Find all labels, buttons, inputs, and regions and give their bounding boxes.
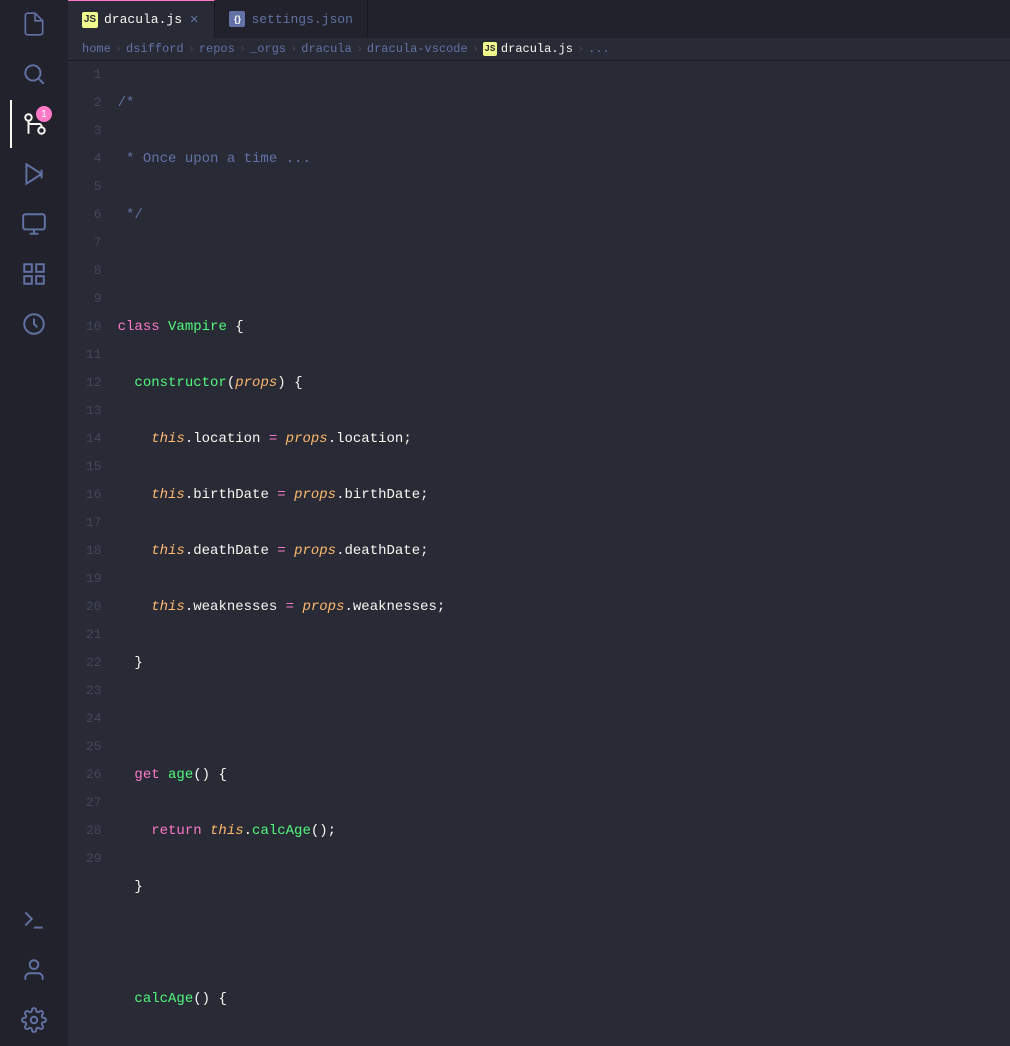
activity-icon-terminal[interactable] xyxy=(10,896,58,944)
line-numbers: 1 2 3 4 5 6 7 8 9 10 11 12 13 14 15 16 1… xyxy=(68,61,114,1046)
breadcrumb-dracula[interactable]: dracula xyxy=(301,42,351,56)
activity-icon-files[interactable] xyxy=(10,0,58,48)
breadcrumb-dracula-js-file[interactable]: dracula.js xyxy=(501,42,573,56)
code-line-11: } xyxy=(118,649,1010,677)
code-line-17: calcAge() { xyxy=(118,985,1010,1013)
code-editor[interactable]: 1 2 3 4 5 6 7 8 9 10 11 12 13 14 15 16 1… xyxy=(68,61,1010,1046)
tab-bar: JS dracula.js ✕ {} settings.json xyxy=(68,0,1010,38)
code-line-4 xyxy=(118,257,1010,285)
breadcrumb-dracula-vscode[interactable]: dracula-vscode xyxy=(367,42,468,56)
activity-bar: 1 xyxy=(0,0,68,1046)
code-line-10: this.weaknesses = props.weaknesses; xyxy=(118,593,1010,621)
code-line-3: */ xyxy=(118,201,1010,229)
code-line-7: this.location = props.location; xyxy=(118,425,1010,453)
code-line-1: /* xyxy=(118,89,1010,117)
activity-icon-timeline[interactable] xyxy=(10,300,58,348)
code-line-16 xyxy=(118,929,1010,957)
code-line-13: get age() { xyxy=(118,761,1010,789)
tab-label-settings-json: settings.json xyxy=(251,12,352,27)
activity-icon-run[interactable] xyxy=(10,150,58,198)
code-line-18: return this.deathDate - this.birthDate; xyxy=(118,1041,1010,1046)
tab-settings-json[interactable]: {} settings.json xyxy=(215,0,367,38)
tab-close-dracula-js[interactable]: ✕ xyxy=(188,11,200,29)
code-line-6: constructor(props) { xyxy=(118,369,1010,397)
breadcrumb-dsifford[interactable]: dsifford xyxy=(126,42,184,56)
code-line-12 xyxy=(118,705,1010,733)
breadcrumb-js-badge: JS xyxy=(483,42,497,56)
tab-label-dracula-js: dracula.js xyxy=(104,12,182,27)
activity-icon-remote[interactable] xyxy=(10,200,58,248)
activity-icon-settings[interactable] xyxy=(10,996,58,1044)
code-line-15: } xyxy=(118,873,1010,901)
code-content[interactable]: /* * Once upon a time ... */ class Vampi… xyxy=(114,61,1010,1046)
source-control-badge: 1 xyxy=(36,106,52,122)
main-area: JS dracula.js ✕ {} settings.json home › … xyxy=(68,0,1010,1046)
activity-icon-extensions[interactable] xyxy=(10,250,58,298)
js-icon: JS xyxy=(82,12,98,28)
code-line-5: class Vampire { xyxy=(118,313,1010,341)
code-line-8: this.birthDate = props.birthDate; xyxy=(118,481,1010,509)
tab-dracula-js[interactable]: JS dracula.js ✕ xyxy=(68,0,215,38)
activity-icon-account[interactable] xyxy=(10,946,58,994)
activity-icon-search[interactable] xyxy=(10,50,58,98)
json-icon: {} xyxy=(229,11,245,27)
breadcrumb-orgs[interactable]: _orgs xyxy=(250,42,286,56)
breadcrumb: home › dsifford › repos › _orgs › dracul… xyxy=(68,38,1010,61)
breadcrumb-home[interactable]: home xyxy=(82,42,111,56)
code-line-9: this.deathDate = props.deathDate; xyxy=(118,537,1010,565)
code-line-14: return this.calcAge(); xyxy=(118,817,1010,845)
activity-icon-source-control[interactable]: 1 xyxy=(10,100,58,148)
code-line-2: * Once upon a time ... xyxy=(118,145,1010,173)
breadcrumb-repos[interactable]: repos xyxy=(199,42,235,56)
breadcrumb-ellipsis[interactable]: ... xyxy=(588,42,610,56)
